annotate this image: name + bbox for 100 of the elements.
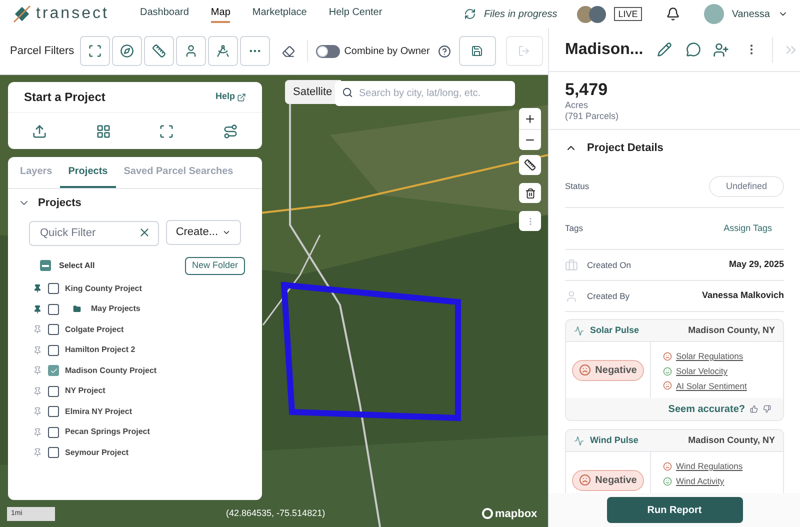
card-title: Start a Project: [24, 89, 106, 106]
avatar: [589, 6, 606, 22]
quick-filter-field[interactable]: Quick Filter: [29, 220, 159, 246]
polygon-tool[interactable]: [80, 36, 110, 66]
project-checkbox[interactable]: [48, 283, 59, 294]
project-name[interactable]: Seymour Project: [65, 446, 129, 459]
field-label: Status: [565, 180, 590, 193]
plus-icon: [524, 112, 536, 124]
pin-icon[interactable]: [33, 386, 42, 396]
project-checkbox[interactable]: [48, 406, 59, 418]
project-name[interactable]: Hamilton Project 2: [65, 344, 136, 356]
grid-icon[interactable]: [96, 124, 111, 138]
toggle-switch[interactable]: [316, 44, 340, 58]
project-checkbox[interactable]: [48, 447, 59, 458]
folder-name[interactable]: May Projects: [91, 303, 140, 316]
acres-value: 5,479: [565, 80, 609, 100]
edit-icon[interactable]: [657, 42, 672, 57]
field-label: Tags: [565, 222, 583, 235]
project-name[interactable]: Madison County Project: [65, 364, 157, 377]
project-checkbox[interactable]: [48, 304, 59, 315]
thumbs-down-icon[interactable]: [763, 405, 771, 413]
add-user-icon[interactable]: [713, 42, 730, 58]
cursor-coordinates: (42.864535, -75.514821): [226, 506, 326, 520]
notifications-icon[interactable]: [666, 7, 680, 21]
select-all-checkbox[interactable]: [40, 260, 51, 272]
delete-button[interactable]: [519, 183, 541, 203]
project-checkbox[interactable]: [48, 386, 59, 397]
select-all-label: Select All: [59, 260, 95, 272]
pin-icon[interactable]: [33, 325, 42, 334]
logo-icon: [12, 4, 32, 24]
project-checkbox[interactable]: [48, 324, 59, 336]
pulse-icon: [574, 436, 584, 446]
pulse-location: Madison County, NY: [688, 434, 775, 447]
factor-link[interactable]: AI Solar Sentiment: [676, 380, 747, 392]
route-icon[interactable]: [222, 124, 238, 138]
nav-link[interactable]: Map: [210, 5, 230, 23]
panel-tab[interactable]: Projects: [60, 157, 116, 188]
ruler-icon: [152, 44, 166, 58]
upload-icon[interactable]: [32, 124, 48, 138]
pin-icon[interactable]: [33, 448, 42, 458]
project-name[interactable]: NY Project: [65, 385, 106, 398]
status-pill[interactable]: Undefined: [708, 176, 784, 198]
map-search-field[interactable]: Search by city, lat/long, etc.: [335, 81, 515, 106]
help-link[interactable]: Help: [215, 90, 246, 104]
frown-icon: [579, 474, 592, 486]
factor-link[interactable]: Solar Regulations: [676, 350, 744, 363]
drafting-compass-icon: [216, 44, 230, 58]
field-value: May 29, 2025: [728, 258, 784, 272]
section-title: Project Details: [587, 140, 664, 156]
compass-tool[interactable]: [112, 36, 142, 66]
new-folder-button[interactable]: New Folder: [184, 257, 245, 274]
project-checkbox[interactable]: [48, 426, 59, 438]
pin-icon[interactable]: [33, 366, 42, 376]
help-icon[interactable]: [438, 44, 451, 58]
pin-icon[interactable]: [33, 304, 42, 314]
pin-icon[interactable]: [33, 284, 42, 294]
field-label: Created By: [587, 290, 630, 302]
project-name[interactable]: Colgate Project: [65, 324, 124, 336]
person-icon: [565, 290, 578, 302]
more-button[interactable]: [519, 211, 541, 231]
project-checkbox[interactable]: [48, 344, 59, 356]
factor-link[interactable]: Wind Regulations: [676, 460, 743, 473]
project-name[interactable]: King County Project: [65, 282, 142, 295]
save-button[interactable]: [458, 36, 496, 66]
external-link-icon: [237, 92, 246, 102]
toggle-label: Combine by Owner: [344, 44, 430, 58]
ruler-tool[interactable]: [144, 36, 174, 66]
project-title: Madison...: [565, 40, 644, 60]
nav-link[interactable]: Marketplace: [252, 5, 307, 23]
pin-icon[interactable]: [33, 346, 42, 355]
clear-icon[interactable]: [138, 226, 151, 239]
measure-button[interactable]: [519, 155, 541, 175]
section-title: Projects: [38, 196, 82, 211]
nav-link[interactable]: Dashboard: [140, 5, 189, 23]
factor-link[interactable]: Solar Velocity: [676, 364, 728, 378]
assign-tags-link[interactable]: Assign Tags: [724, 222, 772, 236]
project-name[interactable]: Elmira NY Project: [65, 406, 132, 418]
parcels-count: (791 Parcels): [565, 110, 620, 122]
files-status: Files in progress: [484, 8, 558, 22]
basemap-button[interactable]: Satellite: [285, 80, 341, 104]
drafting-tool[interactable]: [208, 36, 238, 66]
live-badge: LIVE: [614, 7, 642, 21]
comment-icon[interactable]: [686, 42, 702, 57]
sentiment-badge: Negative: [572, 360, 644, 380]
pin-icon[interactable]: [33, 428, 42, 437]
create-dropdown[interactable]: Create...: [166, 220, 241, 245]
pin-icon[interactable]: [33, 407, 42, 416]
user-name[interactable]: Vanessa: [732, 6, 770, 22]
nav-link[interactable]: Help Center: [328, 5, 382, 23]
caret-icon: [222, 228, 231, 237]
factor-link[interactable]: Wind Activity: [676, 474, 724, 488]
briefcase-icon: [565, 258, 578, 272]
project-checkbox[interactable]: [48, 365, 59, 376]
run-report-button[interactable]: Run Report: [606, 497, 742, 523]
project-name[interactable]: Pecan Springs Project: [65, 426, 150, 438]
map-attribution[interactable]: mapbox: [495, 506, 538, 522]
pulse-icon: [574, 326, 584, 336]
thumbs-up-icon[interactable]: [750, 405, 758, 413]
eraser-icon[interactable]: [282, 44, 296, 58]
owner-tool[interactable]: [176, 36, 206, 66]
